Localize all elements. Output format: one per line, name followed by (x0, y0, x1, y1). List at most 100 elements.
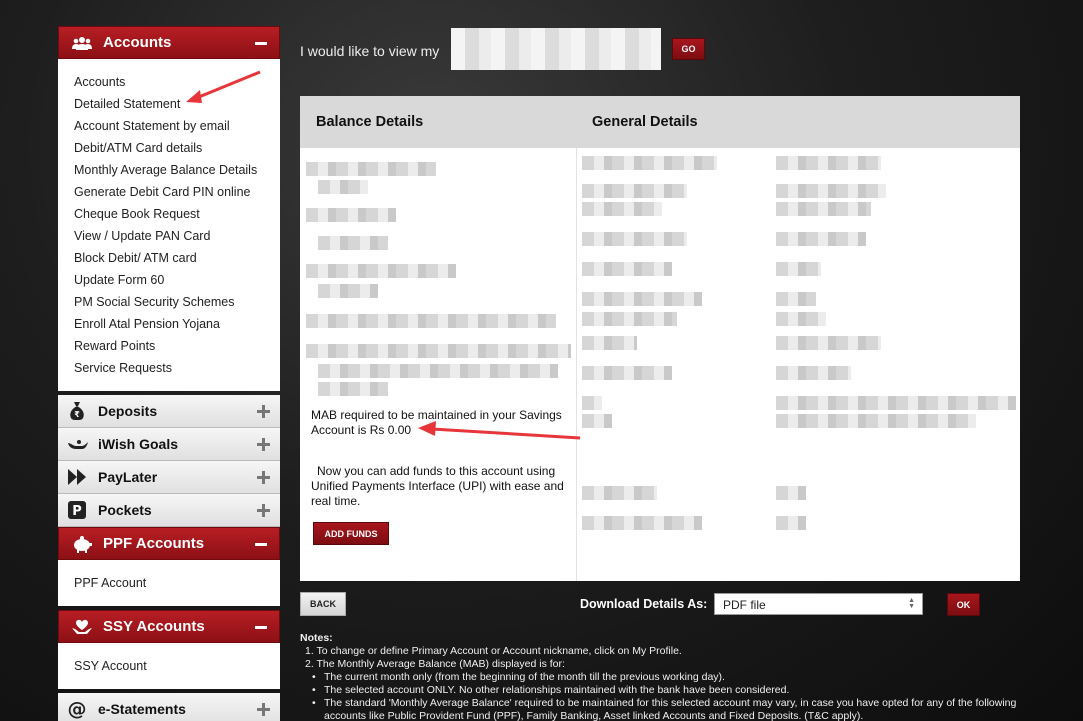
sidebar: Accounts Accounts Detailed Statement Acc… (58, 26, 280, 721)
redacted-value (776, 262, 821, 276)
expand-icon[interactable] (257, 438, 270, 451)
redacted-value (776, 396, 1016, 410)
redacted-value (582, 262, 672, 276)
redacted-value (776, 414, 976, 428)
redacted-value (582, 312, 677, 326)
redacted-value (776, 202, 871, 216)
ppf-menu: PPF Account (58, 560, 280, 606)
money-bag-icon: ₹ (66, 401, 88, 421)
menu-item-statement-email[interactable]: Account Statement by email (74, 115, 280, 137)
ok-button[interactable]: OK (947, 593, 980, 616)
notes-title: Notes: (300, 632, 333, 644)
menu-item-reward-points[interactable]: Reward Points (74, 335, 280, 357)
menu-item-pm-social-security[interactable]: PM Social Security Schemes (74, 291, 280, 313)
redacted-value (318, 180, 368, 194)
redacted-value (306, 208, 396, 222)
mab-required-text: MAB required to be maintained in your Sa… (311, 408, 562, 437)
menu-item-atal-pension[interactable]: Enroll Atal Pension Yojana (74, 313, 280, 335)
note-2: 2. The Monthly Average Balance (MAB) dis… (305, 658, 565, 670)
menu-item-form-60[interactable]: Update Form 60 (74, 269, 280, 291)
expand-icon[interactable] (257, 703, 270, 716)
deposits-title: Deposits (98, 403, 158, 419)
piggy-bank-icon (71, 534, 93, 554)
collapse-icon[interactable] (255, 42, 267, 45)
redacted-value (776, 336, 881, 350)
note-bullet: • The current month only (from the beginn… (312, 671, 725, 683)
hands-heart-icon (71, 617, 93, 637)
menu-item-mab-details[interactable]: Monthly Average Balance Details (74, 159, 280, 181)
menu-item-pan-card[interactable]: View / Update PAN Card (74, 225, 280, 247)
note-bullet: • The standard 'Monthly Average Balance' … (300, 697, 1020, 721)
menu-item-accounts[interactable]: Accounts (74, 71, 280, 93)
account-select-redacted[interactable] (451, 28, 661, 70)
menu-item-service-requests[interactable]: Service Requests (74, 357, 280, 379)
redacted-value (582, 156, 717, 170)
balance-details-title: Balance Details (316, 114, 424, 130)
redacted-value (776, 486, 806, 500)
ppf-section-header[interactable]: PPF Accounts (58, 527, 280, 560)
collapse-icon[interactable] (255, 626, 267, 629)
go-button[interactable]: GO (672, 38, 705, 60)
ssy-title: SSY Accounts (103, 618, 205, 635)
note-bullet: • The selected account ONLY. No other rel… (312, 684, 790, 696)
menu-item-block-card[interactable]: Block Debit/ ATM card (74, 247, 280, 269)
note-bullet-text: The selected account ONLY. No other rela… (324, 684, 790, 696)
estatements-section-header[interactable]: @ e-Statements (58, 693, 280, 721)
ssy-section-header[interactable]: SSY Accounts (58, 610, 280, 643)
redacted-value (776, 312, 826, 326)
accounts-section-header[interactable]: Accounts (58, 26, 280, 59)
note-1: 1. To change or define Primary Account o… (305, 645, 682, 657)
redacted-value (582, 486, 657, 500)
menu-item-ppf-account[interactable]: PPF Account (74, 572, 280, 594)
add-funds-button[interactable]: ADD FUNDS (313, 522, 389, 545)
iwish-section-header[interactable]: iWish Goals (58, 428, 280, 461)
estatements-title: e-Statements (98, 701, 186, 717)
redacted-value (318, 284, 378, 298)
redacted-value (306, 162, 436, 176)
svg-text:P: P (72, 504, 82, 519)
pockets-icon: P (66, 500, 88, 520)
note-bullet-text: The standard 'Monthly Average Balance' r… (324, 697, 1017, 721)
general-details-title: General Details (592, 114, 698, 130)
magic-lamp-icon (66, 434, 88, 454)
redacted-value (582, 232, 687, 246)
pockets-title: Pockets (98, 502, 152, 518)
redacted-value (318, 364, 558, 378)
expand-icon[interactable] (257, 405, 270, 418)
deposits-section-header[interactable]: ₹ Deposits (58, 395, 280, 428)
svg-text:@: @ (68, 699, 87, 719)
download-format-select[interactable]: PDF file ▲ ▼ (714, 593, 923, 615)
notes-section: Notes: 1. To change or define Primary Ac… (300, 632, 1020, 721)
ppf-title: PPF Accounts (103, 535, 205, 552)
expand-icon[interactable] (257, 471, 270, 484)
paylater-title: PayLater (98, 469, 158, 485)
redacted-value (582, 292, 702, 306)
view-label: I would like to view my (300, 43, 440, 59)
back-button[interactable]: BACK (300, 592, 346, 616)
menu-item-generate-pin[interactable]: Generate Debit Card PIN online (74, 181, 280, 203)
panel-header: Balance Details General Details (300, 96, 1020, 148)
menu-item-detailed-statement[interactable]: Detailed Statement (74, 93, 280, 115)
redacted-value (776, 232, 866, 246)
accounts-menu: Accounts Detailed Statement Account Stat… (58, 59, 280, 391)
menu-item-ssy-account[interactable]: SSY Account (74, 655, 280, 677)
details-panel: Balance Details General Details MAB requ… (300, 96, 1020, 581)
paylater-section-header[interactable]: PayLater (58, 461, 280, 494)
redacted-value (776, 516, 806, 530)
menu-item-cheque-book[interactable]: Cheque Book Request (74, 203, 280, 225)
redacted-value (582, 336, 637, 350)
accounts-section-title: Accounts (103, 34, 172, 51)
column-divider (576, 148, 577, 581)
pockets-section-header[interactable]: P Pockets (58, 494, 280, 527)
menu-item-debit-card-details[interactable]: Debit/ATM Card details (74, 137, 280, 159)
redacted-value (582, 366, 672, 380)
redacted-value (582, 414, 612, 428)
redacted-value (582, 202, 662, 216)
redacted-value (776, 184, 886, 198)
ssy-menu: SSY Account (58, 643, 280, 689)
svg-text:₹: ₹ (74, 410, 80, 419)
redacted-value (776, 292, 816, 306)
redacted-value (318, 236, 388, 250)
expand-icon[interactable] (257, 504, 270, 517)
collapse-icon[interactable] (255, 543, 267, 546)
